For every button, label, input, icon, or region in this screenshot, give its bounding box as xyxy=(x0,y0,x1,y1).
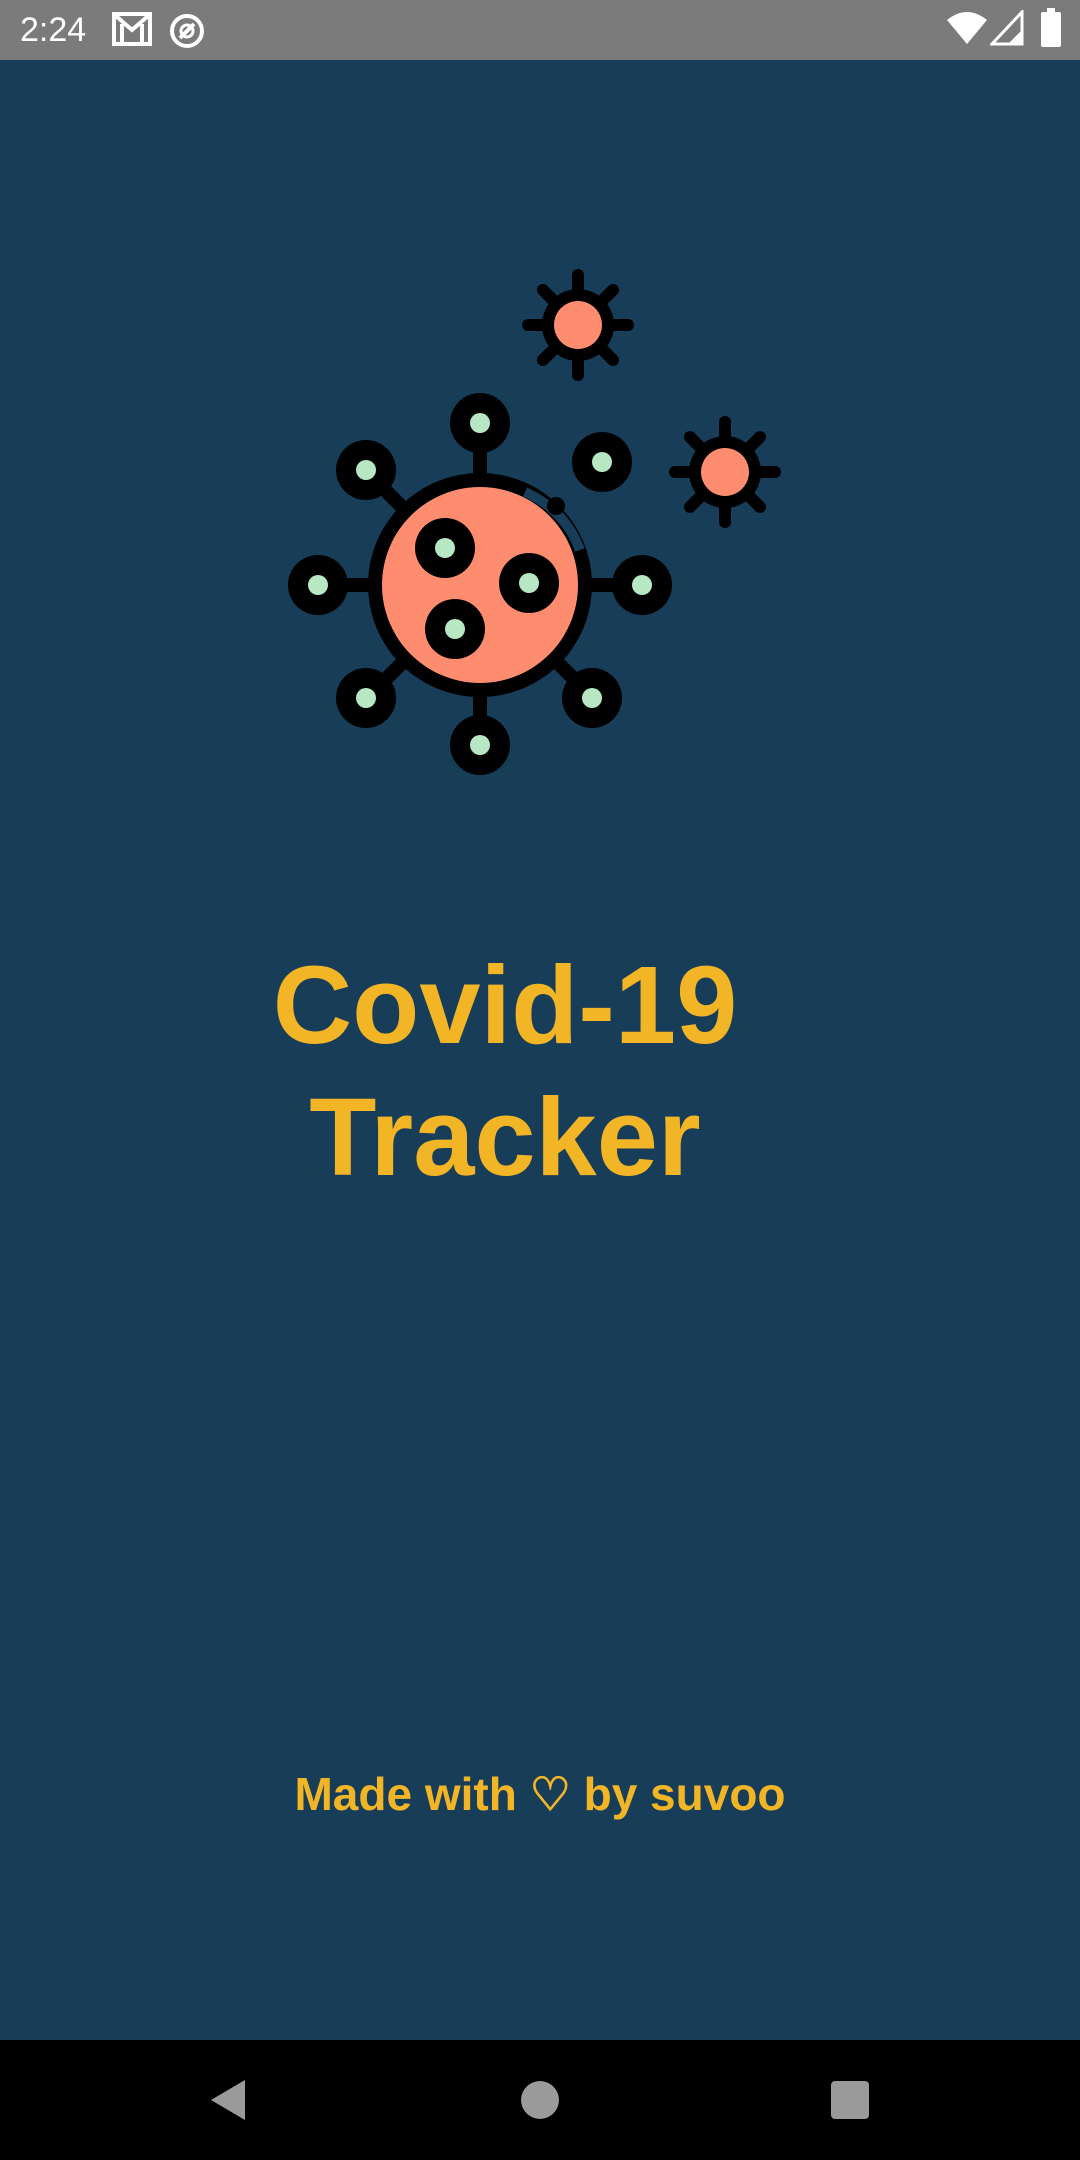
cell-signal-icon xyxy=(988,8,1024,51)
virus-icon xyxy=(280,260,800,780)
home-button[interactable] xyxy=(506,2066,574,2134)
recents-button[interactable] xyxy=(816,2066,884,2134)
home-circle-icon xyxy=(521,2081,559,2119)
app-title: Covid-19 Tracker xyxy=(0,940,1010,1204)
back-triangle-icon xyxy=(211,2080,245,2120)
credit-text: Made with ♡ by suvoo xyxy=(294,1768,786,1820)
data-saver-icon xyxy=(168,12,206,55)
status-time: 2:24 xyxy=(20,11,87,49)
back-button[interactable] xyxy=(196,2066,264,2134)
status-bar: 2:24 xyxy=(0,0,1080,60)
app-title-line2: Tracker xyxy=(309,1076,701,1199)
gmail-icon xyxy=(112,12,152,51)
battery-icon xyxy=(1040,8,1062,53)
app-title-line1: Covid-19 xyxy=(272,944,738,1067)
recents-square-icon xyxy=(831,2081,869,2119)
wifi-icon xyxy=(946,10,988,51)
splash-screen: 2:24 Covid-19 Tracker Made with ♡ by suv… xyxy=(0,0,1080,2160)
navigation-bar xyxy=(0,2040,1080,2160)
